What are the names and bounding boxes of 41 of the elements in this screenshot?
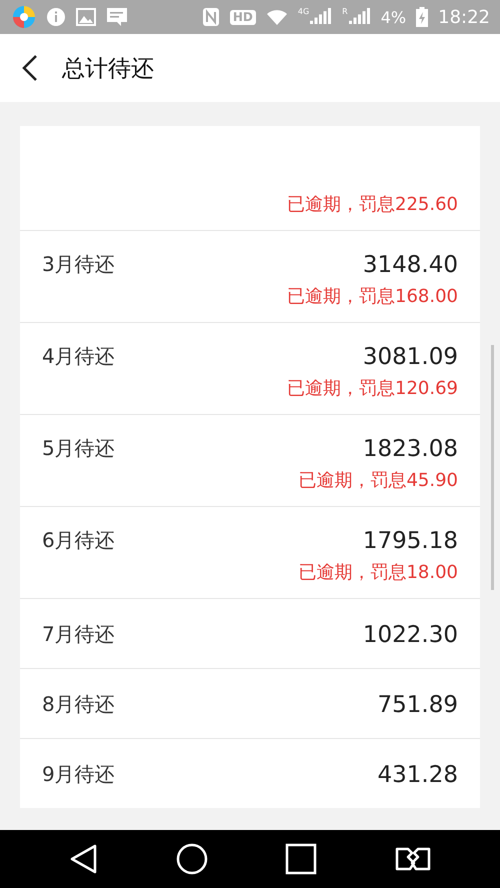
amount: 1022.30 bbox=[362, 622, 458, 648]
recent-apps-icon[interactable] bbox=[284, 843, 316, 875]
battery-icon bbox=[416, 7, 428, 27]
overdue-note: 已逾期，罚息168.00 bbox=[287, 285, 458, 308]
nfc-icon bbox=[202, 7, 220, 27]
month-label: 9月待还 bbox=[42, 761, 115, 788]
month-label: 7月待还 bbox=[42, 621, 115, 648]
image-icon bbox=[76, 7, 96, 27]
month-label: 5月待还 bbox=[42, 435, 115, 462]
repayment-row[interactable]: 4月待还 3081.09 已逾期，罚息120.69 bbox=[20, 322, 480, 414]
message-icon bbox=[106, 7, 128, 27]
overdue-note: 已逾期，罚息45.90 bbox=[298, 469, 458, 492]
repayment-row[interactable]: 6月待还 1795.18 已逾期，罚息18.00 bbox=[20, 506, 480, 598]
repayment-row[interactable]: 7月待还 1022.30 bbox=[20, 598, 480, 668]
battery-level: 4% bbox=[380, 8, 406, 26]
repayment-row[interactable]: 已逾期，罚息225.60 bbox=[20, 126, 480, 230]
overdue-note: 已逾期，罚息120.69 bbox=[287, 377, 458, 400]
wifi-icon bbox=[266, 8, 288, 26]
amount: 751.89 bbox=[378, 692, 458, 718]
info-icon bbox=[46, 7, 66, 27]
app-icon bbox=[12, 5, 36, 29]
back-icon[interactable] bbox=[68, 843, 98, 875]
page-title: 总计待还 bbox=[62, 54, 154, 84]
repayment-row[interactable]: 8月待还 751.89 bbox=[20, 668, 480, 738]
repayment-row[interactable]: 9月待还 431.28 bbox=[20, 738, 480, 808]
amount: 431.28 bbox=[378, 762, 458, 788]
overdue-note: 已逾期，罚息18.00 bbox=[298, 561, 458, 584]
repayment-row[interactable]: 5月待还 1823.08 已逾期，罚息45.90 bbox=[20, 414, 480, 506]
month-label: 6月待还 bbox=[42, 527, 115, 554]
month-label: 3月待还 bbox=[42, 251, 115, 278]
home-icon[interactable] bbox=[176, 843, 208, 875]
amount: 1823.08 bbox=[362, 436, 458, 462]
amount: 3148.40 bbox=[362, 252, 458, 278]
overdue-note: 已逾期，罚息225.60 bbox=[287, 193, 458, 216]
repayment-row[interactable]: 3月待还 3148.40 已逾期，罚息168.00 bbox=[20, 230, 480, 322]
month-label: 4月待还 bbox=[42, 343, 115, 370]
amount: 3081.09 bbox=[362, 344, 458, 370]
hd-badge: HD bbox=[230, 10, 256, 24]
amount: 1795.18 bbox=[362, 528, 458, 554]
clock: 18:22 bbox=[438, 6, 490, 28]
month-label: 8月待还 bbox=[42, 691, 115, 718]
